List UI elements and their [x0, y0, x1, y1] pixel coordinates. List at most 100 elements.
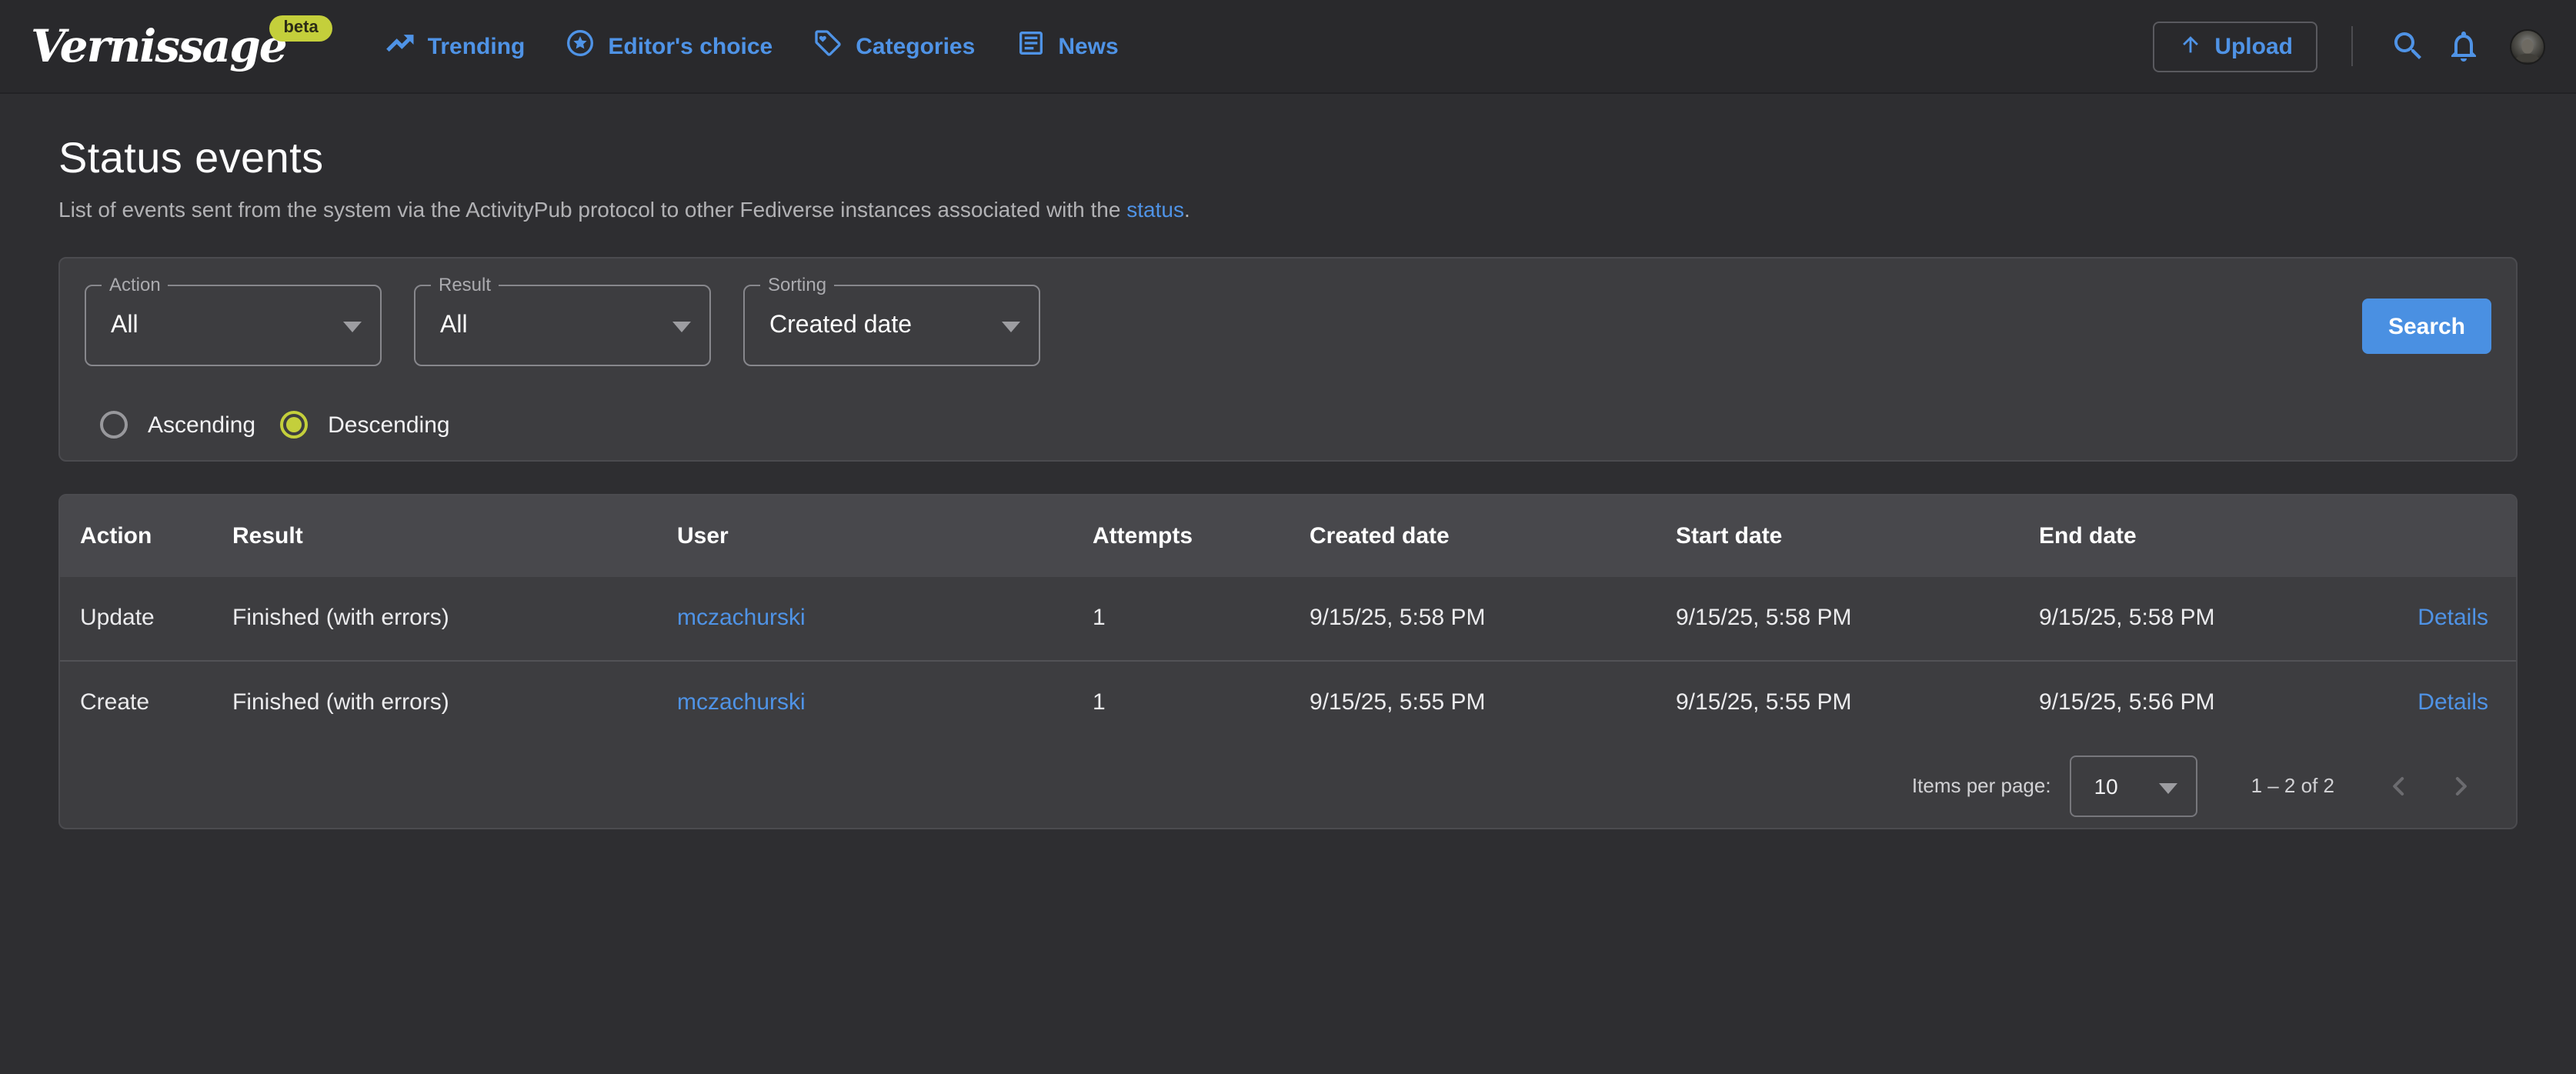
avatar-portrait-icon: [2511, 38, 2544, 62]
status-link[interactable]: status: [1126, 197, 1184, 222]
chevron-down-icon: [343, 322, 362, 332]
cell-attempts: 1: [1073, 660, 1290, 743]
nav-item-label: Categories: [856, 33, 975, 59]
filters-panel: Action All Result All Sorting Created da…: [58, 257, 2518, 462]
nav-item-categories[interactable]: Categories: [813, 27, 975, 65]
top-navbar: Vernissage beta Trending Ed: [0, 0, 2576, 94]
page-description: List of events sent from the system via …: [58, 197, 2518, 222]
col-header-action: Action: [60, 495, 212, 577]
bell-icon: [2445, 28, 2482, 65]
page-description-text: List of events sent from the system via …: [58, 197, 1126, 222]
items-per-page-select[interactable]: 10: [2070, 755, 2197, 816]
col-header-attempts: Attempts: [1073, 495, 1290, 577]
action-select[interactable]: Action All: [85, 285, 382, 366]
radio-descending[interactable]: Descending: [280, 411, 449, 439]
brand-name: Vernissage: [31, 24, 286, 68]
cell-user: mczachurski: [657, 660, 1073, 743]
chevron-down-icon: [2159, 782, 2177, 793]
status-events-table: Action Result User Attempts Created date…: [60, 495, 2516, 743]
page-description-period: .: [1184, 197, 1190, 222]
cell-end-date: 9/15/25, 5:58 PM: [2019, 577, 2290, 660]
nav-item-label: Trending: [428, 33, 526, 59]
chevron-right-icon: [2445, 770, 2476, 801]
topbar-divider: [2351, 26, 2353, 66]
radio-ascending-circle: [100, 411, 128, 439]
radio-descending-circle: [280, 411, 308, 439]
search-icon: [2390, 28, 2427, 65]
result-select[interactable]: Result All: [414, 285, 711, 366]
cell-details: Details: [2290, 577, 2516, 660]
paginator-range-label: 1 – 2 of 2: [2251, 774, 2334, 797]
cell-action: Create: [60, 660, 212, 743]
cell-created-date: 9/15/25, 5:55 PM: [1290, 660, 1656, 743]
table-row: Update Finished (with errors) mczachursk…: [60, 577, 2516, 660]
radio-ascending[interactable]: Ascending: [100, 411, 255, 439]
vernissage-app: Vernissage beta Trending Ed: [0, 0, 2576, 1074]
radio-ascending-label: Ascending: [148, 412, 255, 438]
details-link[interactable]: Details: [2418, 605, 2488, 632]
cell-created-date: 9/15/25, 5:58 PM: [1290, 577, 1656, 660]
next-page-button[interactable]: [2430, 755, 2491, 816]
result-select-label: Result: [431, 272, 499, 297]
page-title: Status events: [58, 134, 2518, 183]
news-icon: [1015, 27, 1046, 65]
cell-action: Update: [60, 577, 212, 660]
chevron-down-icon: [672, 322, 691, 332]
table-header-row: Action Result User Attempts Created date…: [60, 495, 2516, 577]
filter-fields-row: Action All Result All Sorting Created da…: [85, 285, 2491, 366]
details-link[interactable]: Details: [2418, 689, 2488, 715]
upload-button[interactable]: Upload: [2153, 21, 2317, 72]
brand-logo[interactable]: Vernissage beta: [31, 24, 286, 68]
chevron-down-icon: [1002, 322, 1020, 332]
previous-page-button[interactable]: [2368, 755, 2430, 816]
radio-descending-label: Descending: [328, 412, 449, 438]
cell-result: Finished (with errors): [212, 577, 657, 660]
sorting-select-value: Created date: [745, 312, 912, 339]
items-per-page-value: 10: [2071, 773, 2118, 798]
user-avatar[interactable]: [2510, 28, 2545, 64]
col-header-end-date: End date: [2019, 495, 2290, 577]
trending-up-icon: [385, 27, 415, 65]
action-select-value: All: [86, 312, 138, 339]
user-link[interactable]: mczachurski: [677, 605, 806, 632]
sort-direction-radios: Ascending Descending: [100, 411, 2491, 439]
main-content: Status events List of events sent from t…: [0, 134, 2576, 829]
nav-item-label: Editor's choice: [608, 33, 772, 59]
nav-item-editors-choice[interactable]: Editor's choice: [565, 27, 772, 65]
cell-user: mczachurski: [657, 577, 1073, 660]
chevron-left-icon: [2384, 770, 2414, 801]
col-header-start-date: Start date: [1656, 495, 2019, 577]
result-select-value: All: [415, 312, 468, 339]
status-events-table-card: Action Result User Attempts Created date…: [58, 494, 2518, 829]
user-link[interactable]: mczachurski: [677, 689, 806, 715]
cell-start-date: 9/15/25, 5:55 PM: [1656, 660, 2019, 743]
cell-start-date: 9/15/25, 5:58 PM: [1656, 577, 2019, 660]
nav-item-news[interactable]: News: [1015, 27, 1118, 65]
table-row: Create Finished (with errors) mczachursk…: [60, 660, 2516, 743]
topbar-actions: Upload: [2153, 18, 2545, 74]
star-circle-icon: [565, 27, 596, 65]
search-submit-button[interactable]: Search: [2362, 299, 2491, 354]
col-header-result: Result: [212, 495, 657, 577]
sorting-select-label: Sorting: [760, 272, 834, 297]
upload-arrow-icon: [2177, 31, 2204, 62]
cell-details: Details: [2290, 660, 2516, 743]
items-per-page-label: Items per page:: [1912, 774, 2051, 797]
col-header-user: User: [657, 495, 1073, 577]
notifications-button[interactable]: [2436, 18, 2491, 74]
main-nav: Trending Editor's choice: [385, 27, 1119, 65]
upload-button-label: Upload: [2214, 33, 2293, 59]
table-paginator: Items per page: 10 1 – 2 of 2: [60, 743, 2516, 828]
cell-end-date: 9/15/25, 5:56 PM: [2019, 660, 2290, 743]
nav-item-label: News: [1058, 33, 1118, 59]
col-header-details: [2290, 495, 2516, 577]
beta-badge: beta: [269, 15, 332, 41]
nav-item-trending[interactable]: Trending: [385, 27, 526, 65]
action-select-label: Action: [102, 272, 169, 297]
cell-attempts: 1: [1073, 577, 1290, 660]
cell-result: Finished (with errors): [212, 660, 657, 743]
sorting-select[interactable]: Sorting Created date: [743, 285, 1040, 366]
search-button[interactable]: [2381, 18, 2436, 74]
tag-heart-icon: [813, 27, 843, 65]
col-header-created-date: Created date: [1290, 495, 1656, 577]
